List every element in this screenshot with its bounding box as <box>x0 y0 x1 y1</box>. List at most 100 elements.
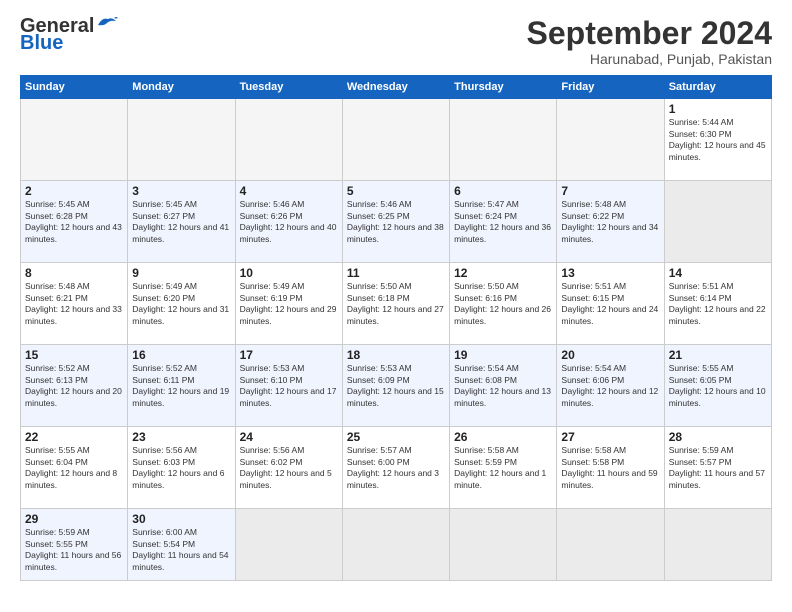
calendar-cell: 12Sunrise: 5:50 AMSunset: 6:16 PMDayligh… <box>450 263 557 345</box>
day-info: Sunrise: 5:53 AMSunset: 6:10 PMDaylight:… <box>240 363 338 409</box>
calendar-cell: 29Sunrise: 5:59 AMSunset: 5:55 PMDayligh… <box>21 509 128 581</box>
calendar-cell <box>664 509 771 581</box>
logo-blue: Blue <box>20 32 63 55</box>
calendar-cell <box>235 99 342 181</box>
calendar-cell: 23Sunrise: 5:56 AMSunset: 6:03 PMDayligh… <box>128 427 235 509</box>
calendar-cell <box>21 99 128 181</box>
day-number: 18 <box>347 348 445 362</box>
calendar-cell: 11Sunrise: 5:50 AMSunset: 6:18 PMDayligh… <box>342 263 449 345</box>
day-number: 5 <box>347 184 445 198</box>
day-info: Sunrise: 5:44 AMSunset: 6:30 PMDaylight:… <box>669 117 767 163</box>
col-header-tuesday: Tuesday <box>235 76 342 99</box>
page: General Blue September 2024 Harunabad, P… <box>0 0 792 612</box>
calendar-cell: 18Sunrise: 5:53 AMSunset: 6:09 PMDayligh… <box>342 345 449 427</box>
day-number: 13 <box>561 266 659 280</box>
day-number: 4 <box>240 184 338 198</box>
day-number: 17 <box>240 348 338 362</box>
day-number: 28 <box>669 430 767 444</box>
day-info: Sunrise: 5:46 AMSunset: 6:26 PMDaylight:… <box>240 199 338 245</box>
calendar-cell: 20Sunrise: 5:54 AMSunset: 6:06 PMDayligh… <box>557 345 664 427</box>
calendar-table: SundayMondayTuesdayWednesdayThursdayFrid… <box>20 75 772 581</box>
day-number: 15 <box>25 348 123 362</box>
calendar-cell: 9Sunrise: 5:49 AMSunset: 6:20 PMDaylight… <box>128 263 235 345</box>
day-info: Sunrise: 5:45 AMSunset: 6:27 PMDaylight:… <box>132 199 230 245</box>
day-number: 8 <box>25 266 123 280</box>
calendar-cell: 10Sunrise: 5:49 AMSunset: 6:19 PMDayligh… <box>235 263 342 345</box>
day-info: Sunrise: 5:48 AMSunset: 6:22 PMDaylight:… <box>561 199 659 245</box>
calendar-cell: 19Sunrise: 5:54 AMSunset: 6:08 PMDayligh… <box>450 345 557 427</box>
calendar-cell: 8Sunrise: 5:48 AMSunset: 6:21 PMDaylight… <box>21 263 128 345</box>
day-info: Sunrise: 5:48 AMSunset: 6:21 PMDaylight:… <box>25 281 123 327</box>
day-number: 6 <box>454 184 552 198</box>
day-info: Sunrise: 5:56 AMSunset: 6:03 PMDaylight:… <box>132 445 230 491</box>
day-number: 10 <box>240 266 338 280</box>
calendar-cell <box>450 99 557 181</box>
day-info: Sunrise: 5:49 AMSunset: 6:19 PMDaylight:… <box>240 281 338 327</box>
col-header-wednesday: Wednesday <box>342 76 449 99</box>
day-info: Sunrise: 5:49 AMSunset: 6:20 PMDaylight:… <box>132 281 230 327</box>
calendar-cell: 16Sunrise: 5:52 AMSunset: 6:11 PMDayligh… <box>128 345 235 427</box>
day-number: 26 <box>454 430 552 444</box>
day-number: 1 <box>669 102 767 116</box>
col-header-thursday: Thursday <box>450 76 557 99</box>
calendar-cell: 13Sunrise: 5:51 AMSunset: 6:15 PMDayligh… <box>557 263 664 345</box>
day-info: Sunrise: 5:55 AMSunset: 6:04 PMDaylight:… <box>25 445 123 491</box>
calendar-cell <box>235 509 342 581</box>
day-info: Sunrise: 5:59 AMSunset: 5:57 PMDaylight:… <box>669 445 767 491</box>
day-number: 16 <box>132 348 230 362</box>
calendar-cell <box>128 99 235 181</box>
calendar-header-row: SundayMondayTuesdayWednesdayThursdayFrid… <box>21 76 772 99</box>
day-info: Sunrise: 5:54 AMSunset: 6:06 PMDaylight:… <box>561 363 659 409</box>
day-info: Sunrise: 5:45 AMSunset: 6:28 PMDaylight:… <box>25 199 123 245</box>
calendar-cell <box>664 181 771 263</box>
calendar-cell: 30Sunrise: 6:00 AMSunset: 5:54 PMDayligh… <box>128 509 235 581</box>
day-number: 11 <box>347 266 445 280</box>
calendar-cell: 2Sunrise: 5:45 AMSunset: 6:28 PMDaylight… <box>21 181 128 263</box>
day-info: Sunrise: 5:52 AMSunset: 6:13 PMDaylight:… <box>25 363 123 409</box>
day-info: Sunrise: 5:57 AMSunset: 6:00 PMDaylight:… <box>347 445 445 491</box>
calendar-cell: 4Sunrise: 5:46 AMSunset: 6:26 PMDaylight… <box>235 181 342 263</box>
calendar-cell: 1Sunrise: 5:44 AMSunset: 6:30 PMDaylight… <box>664 99 771 181</box>
calendar-cell <box>557 99 664 181</box>
day-number: 23 <box>132 430 230 444</box>
logo: General Blue <box>20 16 118 55</box>
calendar-cell: 6Sunrise: 5:47 AMSunset: 6:24 PMDaylight… <box>450 181 557 263</box>
day-info: Sunrise: 5:47 AMSunset: 6:24 PMDaylight:… <box>454 199 552 245</box>
calendar-cell: 22Sunrise: 5:55 AMSunset: 6:04 PMDayligh… <box>21 427 128 509</box>
month-title: September 2024 <box>527 16 772 51</box>
day-number: 9 <box>132 266 230 280</box>
logo-bird-icon <box>96 15 118 31</box>
day-info: Sunrise: 5:53 AMSunset: 6:09 PMDaylight:… <box>347 363 445 409</box>
col-header-friday: Friday <box>557 76 664 99</box>
calendar-cell: 5Sunrise: 5:46 AMSunset: 6:25 PMDaylight… <box>342 181 449 263</box>
calendar-cell <box>450 509 557 581</box>
day-info: Sunrise: 5:58 AMSunset: 5:59 PMDaylight:… <box>454 445 552 491</box>
day-number: 2 <box>25 184 123 198</box>
calendar-cell: 7Sunrise: 5:48 AMSunset: 6:22 PMDaylight… <box>557 181 664 263</box>
calendar-cell: 28Sunrise: 5:59 AMSunset: 5:57 PMDayligh… <box>664 427 771 509</box>
calendar-cell: 3Sunrise: 5:45 AMSunset: 6:27 PMDaylight… <box>128 181 235 263</box>
day-number: 14 <box>669 266 767 280</box>
day-info: Sunrise: 5:54 AMSunset: 6:08 PMDaylight:… <box>454 363 552 409</box>
col-header-sunday: Sunday <box>21 76 128 99</box>
calendar-cell: 21Sunrise: 5:55 AMSunset: 6:05 PMDayligh… <box>664 345 771 427</box>
day-number: 21 <box>669 348 767 362</box>
day-number: 30 <box>132 512 230 526</box>
day-info: Sunrise: 5:55 AMSunset: 6:05 PMDaylight:… <box>669 363 767 409</box>
calendar-cell <box>342 509 449 581</box>
day-number: 3 <box>132 184 230 198</box>
day-info: Sunrise: 5:52 AMSunset: 6:11 PMDaylight:… <box>132 363 230 409</box>
calendar-cell <box>342 99 449 181</box>
day-number: 29 <box>25 512 123 526</box>
calendar-cell: 24Sunrise: 5:56 AMSunset: 6:02 PMDayligh… <box>235 427 342 509</box>
day-number: 25 <box>347 430 445 444</box>
calendar-cell: 26Sunrise: 5:58 AMSunset: 5:59 PMDayligh… <box>450 427 557 509</box>
calendar-cell: 17Sunrise: 5:53 AMSunset: 6:10 PMDayligh… <box>235 345 342 427</box>
day-info: Sunrise: 5:50 AMSunset: 6:16 PMDaylight:… <box>454 281 552 327</box>
col-header-monday: Monday <box>128 76 235 99</box>
col-header-saturday: Saturday <box>664 76 771 99</box>
day-number: 24 <box>240 430 338 444</box>
day-info: Sunrise: 5:46 AMSunset: 6:25 PMDaylight:… <box>347 199 445 245</box>
day-info: Sunrise: 5:50 AMSunset: 6:18 PMDaylight:… <box>347 281 445 327</box>
day-info: Sunrise: 5:59 AMSunset: 5:55 PMDaylight:… <box>25 527 123 573</box>
